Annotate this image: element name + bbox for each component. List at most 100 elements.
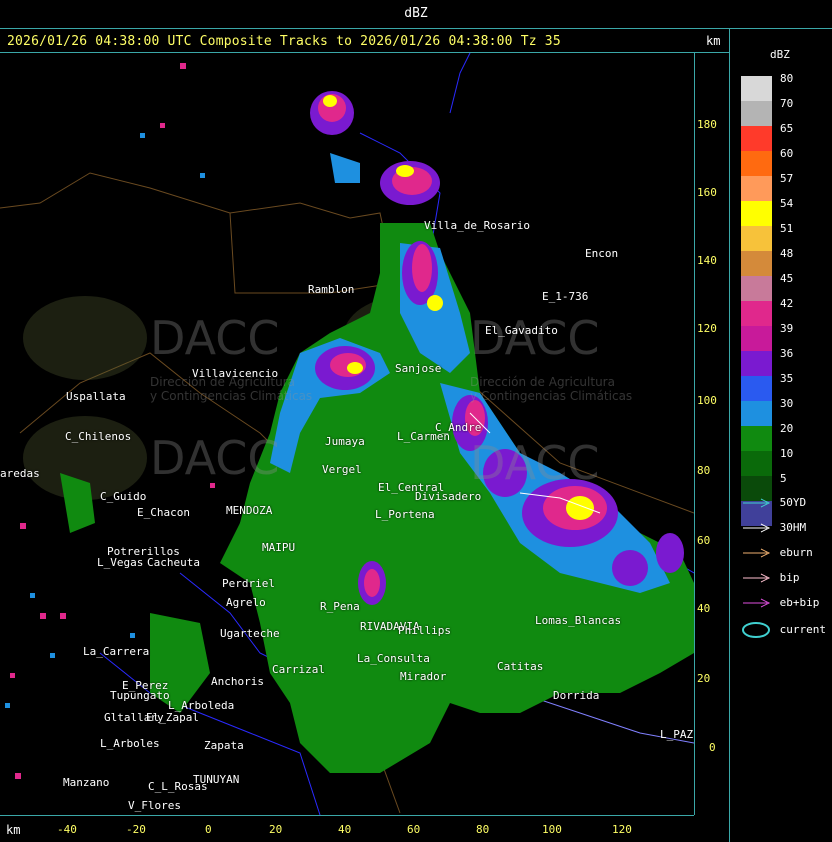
place-label: R_Pena: [320, 600, 360, 613]
track-legend-label: bip: [779, 571, 800, 584]
place-label: Manzano: [63, 776, 110, 789]
place-label: Sanjose: [395, 362, 442, 375]
scale-swatch: [741, 301, 772, 326]
x-tick: 120: [612, 823, 632, 836]
y-tick: 140: [697, 254, 717, 267]
x-axis-line: [0, 815, 694, 816]
place-label: Uspallata: [66, 390, 126, 403]
x-tick: 0: [205, 823, 212, 836]
track-legend-label: current: [779, 623, 826, 636]
arrow-icon: [743, 573, 771, 583]
place-label: Perdriel: [222, 577, 275, 590]
y-axis-line: [694, 53, 695, 815]
track-legend-item: current: [741, 621, 826, 639]
place-label: C_Guido: [100, 490, 147, 503]
scale-swatch: [741, 201, 772, 226]
place-label: Zapata: [204, 739, 244, 752]
scale-label: 39: [780, 322, 794, 335]
y-tick: 180: [697, 118, 717, 131]
scale-swatch: [741, 251, 772, 276]
scale-swatch: [741, 126, 772, 151]
scale-swatch: [741, 376, 772, 401]
scale-label: 60: [780, 147, 794, 160]
place-label: C_Andre: [435, 421, 482, 434]
scale-swatch: [741, 451, 772, 476]
track-legend-item: 30HM: [741, 521, 806, 534]
scale-label: 5: [780, 472, 787, 485]
legend-title: dBZ: [770, 48, 790, 61]
y-tick: 120: [697, 322, 717, 335]
track-legend-item: eb+bip: [741, 596, 819, 609]
place-label: C_Chilenos: [65, 430, 132, 443]
arrow-icon: [743, 598, 771, 608]
scale-swatch: [741, 426, 772, 451]
track-legend-item: bip: [741, 571, 800, 584]
scale-swatch: [741, 101, 772, 126]
x-tick: 80: [476, 823, 490, 836]
scale-label: 45: [780, 272, 794, 285]
place-label: L_PAZ: [660, 728, 694, 741]
place-label: Encon: [585, 247, 619, 260]
arrow-icon: [743, 548, 771, 558]
place-label: Ramblon: [308, 283, 355, 296]
arrow-icon: [743, 498, 771, 508]
watermark-2: DACC: [470, 311, 600, 365]
place-label: L_Vegas: [97, 556, 144, 569]
place-label: L_Portena: [375, 508, 435, 521]
place-label: L_Arboles: [100, 737, 160, 750]
track-legend-label: 30HM: [779, 521, 807, 534]
place-label: La_Consulta: [357, 652, 430, 665]
y-tick: 100: [697, 394, 717, 407]
radar-map[interactable]: DACC Dirección de Agricultura y Continge…: [0, 53, 694, 815]
place-label: Divisadero: [415, 490, 482, 503]
place-label: Lomas_Blancas: [535, 614, 622, 627]
track-legend-label: 50YD: [779, 496, 807, 509]
scale-label: 10: [780, 447, 794, 460]
scale-swatch: [741, 76, 772, 101]
scale-label: 42: [780, 297, 794, 310]
watermark-3: DACC: [150, 431, 280, 485]
y-axis-unit: km: [706, 34, 721, 48]
watermark-2-sub1: Dirección de Agricultura: [470, 375, 615, 389]
place-label: Vergel: [322, 463, 362, 476]
scale-label: 51: [780, 222, 794, 235]
units-title: dBZ: [404, 6, 428, 21]
x-tick: 20: [269, 823, 283, 836]
place-label: Mirador: [400, 670, 447, 683]
scale-label: 48: [780, 247, 794, 260]
y-tick: 60: [697, 534, 711, 547]
legend-divider: [729, 28, 730, 842]
track-legend-item: 50YD: [741, 496, 806, 509]
scale-swatch: [741, 351, 772, 376]
y-tick: 160: [697, 186, 717, 199]
top-bar: dBZ: [0, 0, 832, 29]
scale-swatch: [741, 326, 772, 351]
x-tick: -40: [57, 823, 77, 836]
y-tick: 0: [709, 741, 716, 754]
watermark-1: DACC: [150, 311, 280, 365]
scale-label: 65: [780, 122, 794, 135]
scale-swatch: [741, 151, 772, 176]
scale-label: 30: [780, 397, 794, 410]
map-title: 2026/01/26 04:38:00 UTC Composite Tracks…: [7, 34, 561, 49]
place-label: Tupungato: [110, 689, 170, 702]
watermark-1-sub2: y Contingencias Climáticas: [150, 389, 313, 403]
scale-label: 54: [780, 197, 794, 210]
x-axis-unit: km: [6, 823, 21, 837]
scale-swatch: [741, 176, 772, 201]
x-tick: 60: [407, 823, 421, 836]
place-label: La_Carrera: [83, 645, 150, 658]
dbz-color-scale: [741, 76, 772, 526]
place-label: Dorrida: [553, 689, 600, 702]
arrow-icon: [743, 523, 771, 533]
track-legend-label: eb+bip: [779, 596, 820, 609]
y-tick: 40: [697, 602, 711, 615]
y-tick: 20: [697, 672, 711, 685]
place-label: Anchoris: [211, 675, 264, 688]
place-label: Phillips: [398, 624, 451, 637]
place-label: El_Zapal: [146, 711, 199, 724]
place-label: Carrizal: [272, 663, 325, 676]
place-label: C_L_Rosas: [148, 780, 208, 793]
scale-label: 20: [780, 422, 794, 435]
place-label: L_Arboleda: [168, 699, 235, 712]
